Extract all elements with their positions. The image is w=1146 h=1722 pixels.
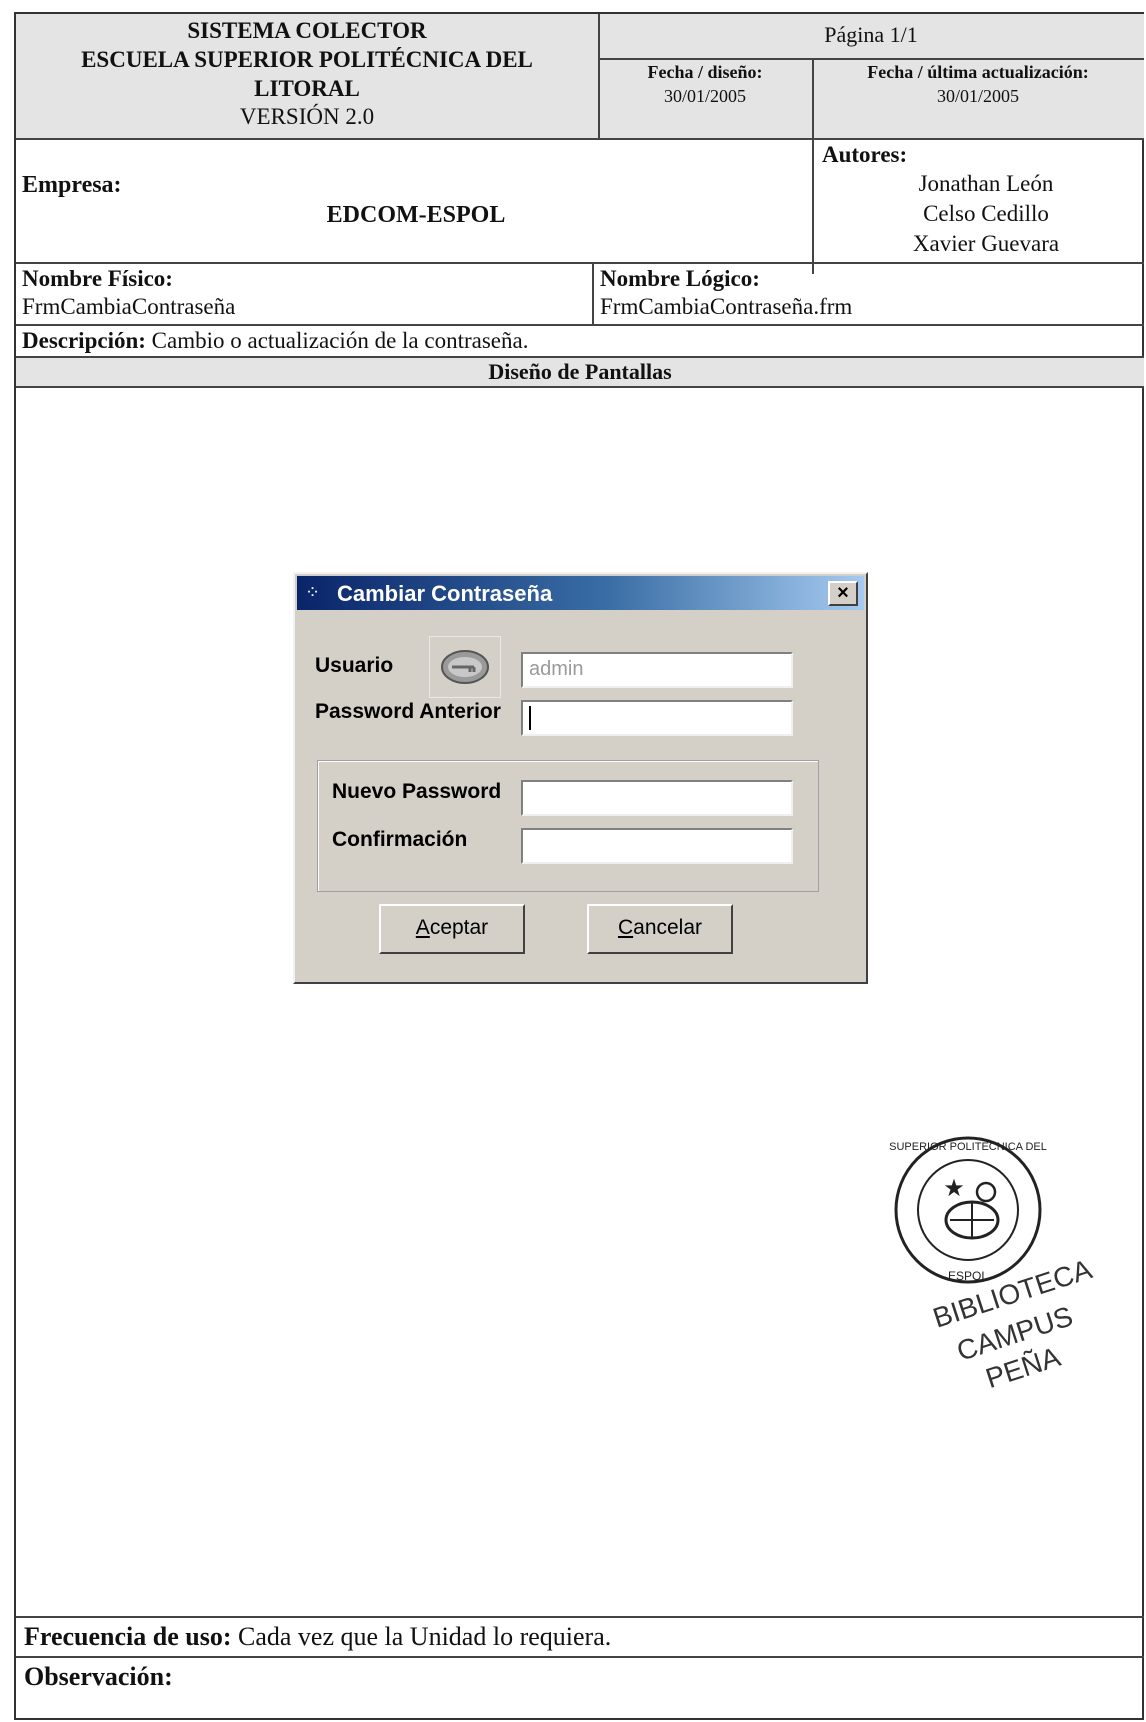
descripcion-text: Cambio o actualización de la contraseña.	[151, 328, 529, 353]
aceptar-label: ceptar	[429, 916, 489, 939]
nombre-logico-label: Nombre Lógico:	[600, 266, 760, 291]
autor-name: Jonathan León	[918, 171, 1054, 196]
divider	[812, 58, 814, 274]
fecha-actualizacion-value: 30/01/2005	[936, 86, 1019, 106]
system-line-3: LITORAL	[254, 76, 360, 101]
dialog-titlebar: ⁘ Cambiar Contraseña ×	[297, 576, 864, 610]
nombre-fisico-value: FrmCambiaContraseña	[22, 294, 236, 319]
divider	[16, 262, 1144, 264]
fecha-diseno-value: 30/01/2005	[663, 86, 746, 106]
empresa-label: Empresa:	[22, 172, 122, 198]
cancelar-mnemonic: C	[617, 916, 634, 939]
divider	[598, 58, 1144, 60]
fecha-diseno-label: Fecha / diseño:	[647, 62, 763, 82]
cambiar-contrasena-dialog: ⁘ Cambiar Contraseña × Usuario admin Pas…	[293, 572, 868, 984]
divider	[598, 14, 600, 138]
frecuencia-row: Frecuencia de uso: Cada vez que la Unida…	[24, 1622, 611, 1652]
empresa-value: EDCOM-ESPOL	[326, 202, 506, 228]
password-anterior-label: Password Anterior	[315, 700, 501, 723]
divider	[16, 386, 1144, 388]
app-icon: ⁘	[305, 582, 321, 602]
system-line-1: SISTEMA COLECTOR	[187, 18, 427, 43]
frecuencia-label: Frecuencia de uso:	[24, 1622, 232, 1651]
version-label: VERSIÓN 2.0	[239, 104, 375, 129]
svg-text:★: ★	[943, 1176, 965, 1202]
divider	[592, 262, 594, 324]
fecha-actualizacion-label: Fecha / última actualización:	[867, 62, 1089, 82]
autores-label: Autores:	[822, 142, 908, 167]
observacion-label: Observación:	[24, 1662, 173, 1691]
autor-name: Xavier Guevara	[912, 231, 1060, 256]
usuario-field[interactable]: admin	[521, 652, 793, 688]
espol-seal: SUPERIOR POLITECNICA DEL ESPOL ★	[888, 1130, 1048, 1290]
autor-name: Celso Cedillo	[923, 201, 1049, 226]
aceptar-button[interactable]: Aceptar	[379, 904, 525, 954]
close-button[interactable]: ×	[828, 581, 858, 606]
system-line-2: ESCUELA SUPERIOR POLITÉCNICA DEL	[81, 47, 533, 72]
nuevo-password-field[interactable]	[521, 780, 793, 816]
divider	[16, 1616, 1144, 1618]
section-title: Diseño de Pantallas	[16, 358, 1144, 386]
svg-text:SUPERIOR POLITECNICA DEL: SUPERIOR POLITECNICA DEL	[889, 1141, 1047, 1153]
dialog-title: Cambiar Contraseña	[337, 581, 553, 606]
svg-text:ESPOL: ESPOL	[948, 1269, 988, 1283]
key-icon	[429, 636, 501, 698]
divider	[16, 138, 1144, 140]
nombre-fisico-label: Nombre Físico:	[22, 266, 173, 291]
descripcion-row: Descripción: Cambio o actualización de l…	[22, 328, 528, 354]
cancelar-button[interactable]: Cancelar	[587, 904, 733, 954]
confirmacion-field[interactable]	[521, 828, 793, 864]
usuario-label: Usuario	[315, 654, 394, 677]
password-anterior-field[interactable]	[521, 700, 793, 736]
confirmacion-label: Confirmación	[332, 828, 468, 851]
cancelar-label: ancelar	[633, 916, 703, 939]
nuevo-password-label: Nuevo Password	[332, 780, 502, 803]
divider	[16, 324, 1144, 326]
frecuencia-text: Cada vez que la Unidad lo requiera.	[238, 1622, 612, 1651]
aceptar-mnemonic: A	[415, 916, 430, 939]
descripcion-label: Descripción:	[22, 328, 146, 353]
nombre-logico-value: FrmCambiaContraseña.frm	[600, 294, 853, 319]
divider	[16, 1656, 1144, 1658]
page-number: Página 1/1	[824, 22, 918, 47]
